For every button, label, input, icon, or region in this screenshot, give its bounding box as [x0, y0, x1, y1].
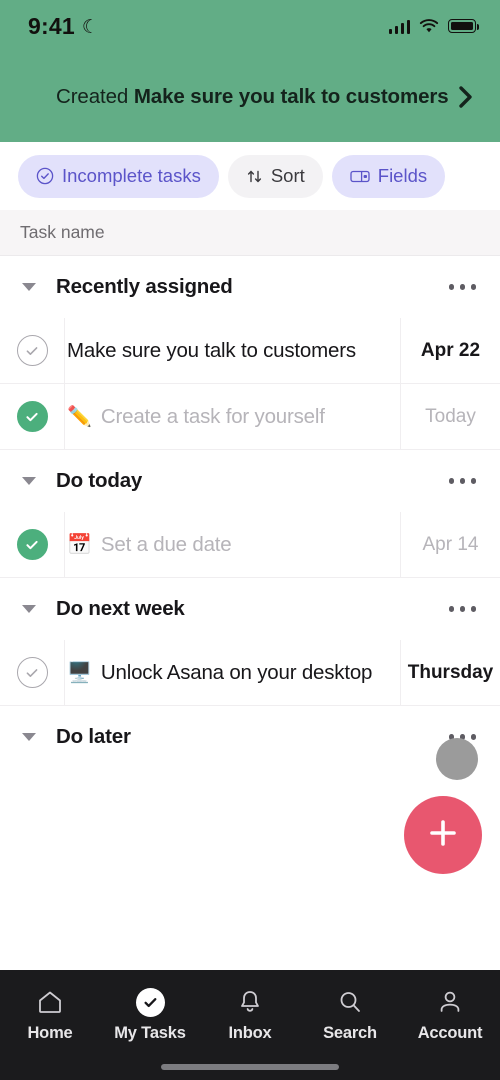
filter-chip-label: Fields: [377, 165, 428, 186]
task-due-date-cell[interactable]: Apr 22: [400, 318, 500, 383]
search-icon: [336, 987, 364, 1017]
task-due-date-cell[interactable]: Apr 14: [400, 512, 500, 577]
plus-icon: [426, 816, 460, 855]
battery-full-icon: [448, 19, 480, 33]
section-title: Recently assigned: [56, 275, 233, 298]
bell-icon: [236, 987, 264, 1017]
filter-chip-label: Sort: [270, 165, 305, 186]
task-emoji-icon: 🖥️: [67, 661, 92, 684]
nav-item-home[interactable]: Home: [0, 981, 100, 1043]
fields-columns-icon: [350, 169, 370, 184]
nav-item-label: Search: [323, 1024, 377, 1042]
overflow-menu-icon[interactable]: [448, 478, 476, 484]
cellular-signal-icon: [388, 19, 410, 34]
bottom-navigation-bar: Home My Tasks Inbox Search Account: [0, 970, 500, 1080]
task-complete-toggle[interactable]: [0, 640, 64, 705]
overflow-menu-icon[interactable]: [448, 284, 476, 290]
section-title: Do today: [56, 469, 143, 492]
wifi-icon: [419, 18, 439, 34]
task-row[interactable]: Make sure you talk to customers Apr 22: [0, 318, 500, 384]
nav-item-label: My Tasks: [114, 1024, 186, 1042]
task-main[interactable]: ✏️ Create a task for yourself: [64, 384, 400, 449]
status-bar-left: 9:41 ☾: [28, 13, 99, 40]
banner-text: Created Make sure you talk to customers: [56, 85, 449, 109]
nav-item-account[interactable]: Account: [400, 981, 500, 1043]
task-due-date: Apr 14: [422, 533, 479, 555]
column-header-row: Task name: [0, 210, 500, 256]
app-screen: 9:41 ☾ Created Make sure you talk to cus…: [0, 0, 500, 1080]
section-header-do-next-week[interactable]: Do next week: [0, 578, 500, 640]
filter-chip-sort[interactable]: Sort: [227, 154, 323, 198]
status-time: 9:41: [28, 12, 75, 39]
banner-task-name: Make sure you talk to customers: [133, 85, 449, 108]
task-main[interactable]: 🖥️ Unlock Asana on your desktop: [64, 640, 400, 705]
column-header-task-name: Task name: [20, 222, 105, 242]
task-due-date: Today: [425, 405, 476, 427]
nav-item-label: Home: [27, 1024, 73, 1042]
task-due-date-cell[interactable]: Thursday: [400, 640, 500, 705]
check-circle-icon: [36, 167, 54, 185]
sort-arrows-icon: [246, 168, 263, 185]
task-title: Make sure you talk to customers: [67, 338, 356, 362]
overflow-menu-icon[interactable]: [448, 606, 476, 612]
task-row[interactable]: 📅 Set a due date Apr 14: [0, 512, 500, 578]
status-bar: 9:41 ☾: [0, 0, 500, 52]
check-circle-empty-icon[interactable]: [16, 657, 48, 688]
filter-chip-incomplete-tasks[interactable]: Incomplete tasks: [18, 154, 219, 198]
status-bar-right: [388, 18, 480, 34]
moon-icon: ☾: [81, 16, 99, 38]
check-circle-filled-icon: [135, 987, 165, 1017]
task-title: Create a task for yourself: [100, 404, 325, 428]
task-due-date: Thursday: [407, 661, 494, 683]
check-circle-filled-icon[interactable]: [16, 401, 48, 432]
home-icon: [36, 987, 64, 1017]
nav-item-my-tasks[interactable]: My Tasks: [100, 981, 200, 1043]
task-main[interactable]: Make sure you talk to customers: [64, 318, 400, 383]
filter-chip-label: Incomplete tasks: [62, 165, 201, 186]
caret-down-icon[interactable]: [22, 477, 44, 485]
nav-item-search[interactable]: Search: [300, 981, 400, 1043]
task-row[interactable]: ✏️ Create a task for yourself Today: [0, 384, 500, 450]
person-icon: [436, 987, 464, 1017]
green-header: 9:41 ☾ Created Make sure you talk to cus…: [0, 0, 500, 142]
caret-down-icon[interactable]: [22, 283, 44, 291]
task-complete-toggle[interactable]: [0, 384, 64, 449]
section-header-recently-assigned[interactable]: Recently assigned: [0, 256, 500, 318]
bottom-nav-items: Home My Tasks Inbox Search Account: [0, 970, 500, 1054]
task-main[interactable]: 📅 Set a due date: [64, 512, 400, 577]
nav-item-label: Account: [417, 1024, 483, 1042]
task-row[interactable]: 🖥️ Unlock Asana on your desktop Thursday: [0, 640, 500, 706]
filter-chip-fields[interactable]: Fields: [331, 154, 446, 198]
caret-down-icon[interactable]: [22, 733, 44, 741]
section-title: Do next week: [56, 597, 185, 620]
task-complete-toggle[interactable]: [0, 512, 64, 577]
banner-lead: Created: [56, 85, 134, 108]
task-title: Set a due date: [100, 532, 232, 556]
chevron-right-icon[interactable]: [452, 84, 478, 110]
nav-item-inbox[interactable]: Inbox: [200, 981, 300, 1043]
check-circle-empty-icon[interactable]: [16, 335, 48, 366]
task-list[interactable]: Recently assigned Make sure you talk to …: [0, 256, 500, 970]
task-complete-toggle[interactable]: [0, 318, 64, 383]
task-title: Unlock Asana on your desktop: [100, 660, 373, 684]
avatar[interactable]: [436, 738, 478, 780]
section-header-do-today[interactable]: Do today: [0, 450, 500, 512]
task-emoji-icon: 📅: [67, 533, 92, 556]
section-header-do-later[interactable]: Do later: [0, 706, 500, 768]
section-title: Do later: [56, 725, 131, 748]
created-task-banner[interactable]: Created Make sure you talk to customers: [0, 52, 500, 142]
caret-down-icon[interactable]: [22, 605, 44, 613]
task-emoji-icon: ✏️: [67, 405, 92, 428]
task-due-date: Apr 22: [420, 339, 481, 361]
nav-item-label: Inbox: [228, 1024, 272, 1042]
filter-chip-bar: Incomplete tasks Sort Fields: [0, 142, 500, 210]
add-task-button[interactable]: [404, 796, 482, 874]
check-circle-filled-icon[interactable]: [16, 529, 48, 560]
home-indicator[interactable]: [0, 1054, 500, 1080]
task-due-date-cell[interactable]: Today: [400, 384, 500, 449]
